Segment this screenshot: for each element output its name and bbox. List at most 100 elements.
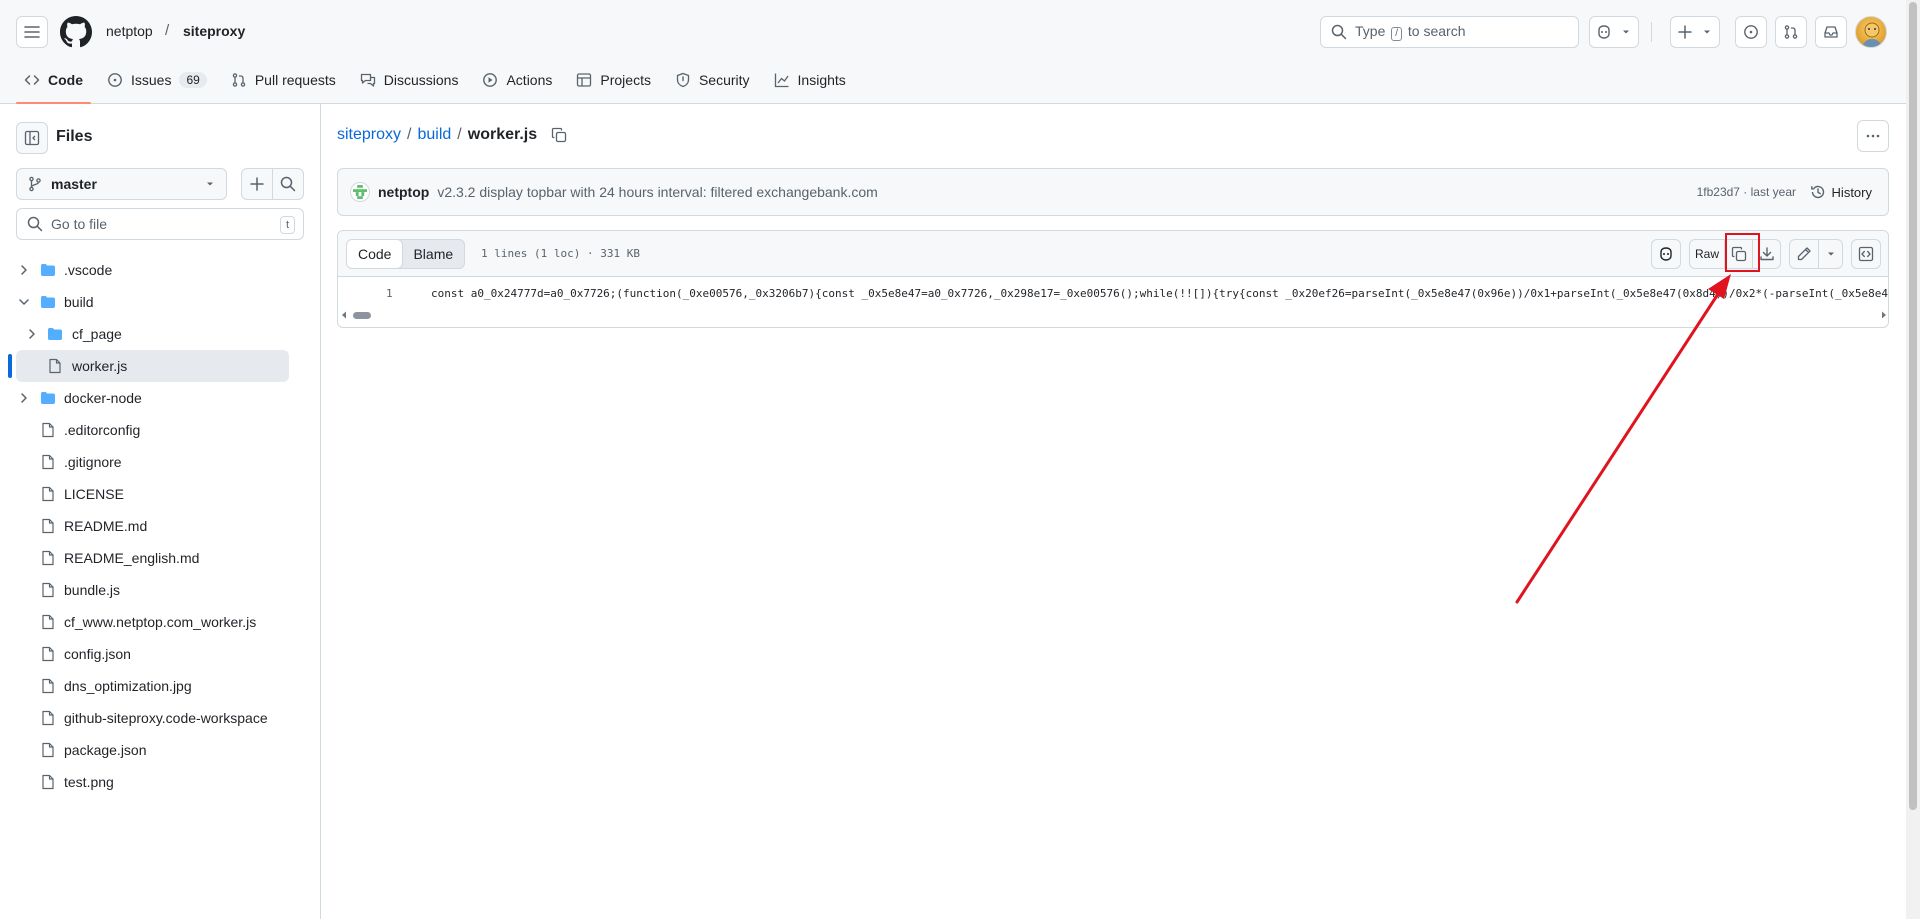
avatar-image-icon [1862,22,1882,47]
tab-insights[interactable]: Insights [766,66,854,94]
tree-item-build[interactable]: build [0,286,320,318]
latest-commit-bar: netptop v2.3.2 display topbar with 24 ho… [337,168,1889,216]
github-logo-icon[interactable] [60,16,92,48]
code-square-icon [1858,246,1874,262]
scroll-left-arrow-icon[interactable] [342,311,346,319]
selected-row-indicator [8,354,12,378]
tree-item-label: bundle.js [64,582,121,598]
blame-view-button[interactable]: Blame [402,240,464,268]
annotation-arrow-shaft [1515,292,1720,604]
scrollbar-thumb[interactable] [353,312,371,319]
path-dir-link[interactable]: build [417,126,451,144]
inbox-button[interactable] [1815,16,1847,48]
path-separator: / [457,126,462,143]
tab-discussions[interactable]: Discussions [352,66,467,94]
tree-item-dns-optimization[interactable]: dns_optimization.jpg [0,670,320,702]
more-options-button[interactable] [1857,120,1889,152]
commit-author[interactable]: netptop [378,184,429,200]
tab-issues[interactable]: Issues 69 [99,66,215,94]
tree-item-test-png[interactable]: test.png [0,766,320,798]
tab-projects[interactable]: Projects [568,66,659,94]
tree-item-label: .editorconfig [64,422,141,438]
tree-item-docker-node[interactable]: docker-node [0,382,320,414]
table-icon [577,73,592,87]
commit-author-avatar[interactable] [350,182,370,202]
tree-item-editorconfig[interactable]: .editorconfig [0,414,320,446]
tree-item-label: cf_www.netptop.com_worker.js [64,614,257,630]
copilot-ask-button[interactable] [1651,239,1681,269]
code-view-button[interactable]: Code [347,240,404,268]
search-icon [280,176,296,192]
menu-button[interactable] [16,16,48,48]
issues-button[interactable] [1735,16,1767,48]
tree-item-readme-english[interactable]: README_english.md [0,542,320,574]
tab-security[interactable]: Security [667,66,758,94]
tab-code[interactable]: Code [16,66,91,104]
tree-item-label: github-siteproxy.code-workspace [64,710,268,726]
tree-item-gitignore[interactable]: .gitignore [0,446,320,478]
page-scrollbar-thumb[interactable] [1909,2,1917,810]
tab-code-label: Code [48,72,83,88]
file-icon [42,614,54,630]
copilot-icon [1660,247,1672,261]
history-button[interactable]: History [1802,177,1880,207]
page-scrollbar[interactable] [1906,0,1920,919]
sidebar-title: Files [56,128,93,145]
chevron-right-icon[interactable] [16,262,32,278]
tree-item-readme[interactable]: README.md [0,510,320,542]
breadcrumb-owner[interactable]: netptop [106,23,153,39]
tree-item-label: worker.js [72,358,128,374]
git-pull-request-icon [1784,25,1798,39]
header-divider [1651,22,1652,42]
search-files-button[interactable] [272,168,304,200]
tree-item-vscode[interactable]: .vscode [0,254,320,286]
chevron-right-icon[interactable] [24,326,40,342]
file-tree-sidebar: Files master Go to file t .vscode build [0,104,321,919]
tree-item-cf-page[interactable]: cf_page [0,318,320,350]
tree-item-code-workspace[interactable]: github-siteproxy.code-workspace [0,702,320,734]
chevron-down-icon[interactable] [16,294,32,310]
breadcrumb-repo[interactable]: siteproxy [183,23,245,39]
collapse-sidebar-button[interactable] [16,122,48,154]
user-avatar[interactable] [1855,16,1887,48]
raw-button[interactable]: Raw [1689,239,1725,269]
go-to-file-input[interactable]: Go to file t [16,208,304,240]
horizontal-scrollbar[interactable] [338,307,1888,323]
tree-item-license[interactable]: LICENSE [0,478,320,510]
plus-icon [1678,25,1692,39]
symbols-panel-button[interactable] [1851,239,1881,269]
line-number[interactable]: 1 [386,287,393,300]
annotation-highlight-box [1725,233,1760,272]
global-search-input[interactable]: Type / to search [1320,16,1579,48]
copy-path-icon[interactable] [551,127,567,143]
tree-item-cf-www-worker[interactable]: cf_www.netptop.com_worker.js [0,606,320,638]
branch-selector[interactable]: master [16,168,227,200]
create-new-button[interactable] [1670,16,1720,48]
raw-label: Raw [1694,247,1719,261]
path-repo-link[interactable]: siteproxy [337,126,401,144]
triangle-down-icon [207,182,213,186]
commit-message[interactable]: v2.3.2 display topbar with 24 hours inte… [437,184,877,200]
file-viewer-header: Code Blame 1 lines (1 loc) · 331 KB Raw [338,231,1888,277]
tree-item-worker-js[interactable]: worker.js [0,350,320,382]
tab-issues-label: Issues [131,72,172,88]
pencil-icon [1797,247,1811,261]
scroll-right-arrow-icon[interactable] [1882,311,1886,319]
edit-file-button[interactable] [1789,239,1819,269]
copilot-button[interactable] [1589,16,1639,48]
tab-pull-requests[interactable]: Pull requests [223,66,344,94]
pull-requests-button[interactable] [1775,16,1807,48]
code-text[interactable]: const a0_0x24777d=a0_0x7726;(function(_0… [431,287,1888,300]
add-file-button[interactable] [241,168,273,200]
tree-item-config-json[interactable]: config.json [0,638,320,670]
chevron-right-icon[interactable] [16,390,32,406]
issues-count-badge: 69 [179,72,207,88]
file-info: 1 lines (1 loc) · 331 KB [481,247,640,260]
tree-item-package-json[interactable]: package.json [0,734,320,766]
edit-options-button[interactable] [1818,239,1843,269]
commit-hash-time[interactable]: 1fb23d7 · last year [1697,185,1796,199]
file-icon [42,582,54,598]
tab-actions[interactable]: Actions [474,66,560,94]
copilot-icon [1598,25,1610,39]
tree-item-bundle-js[interactable]: bundle.js [0,574,320,606]
